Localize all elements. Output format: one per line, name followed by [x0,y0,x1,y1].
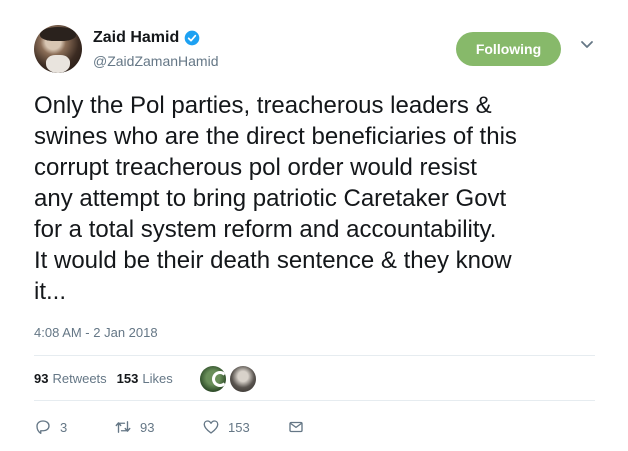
tweet-stats: 93 Retweets 153 Likes [34,371,173,386]
liker-avatar[interactable] [200,366,226,392]
author-name-row: Zaid Hamid [93,29,200,47]
like-count: 153 [228,419,250,435]
retweet-count: 93 [140,419,155,435]
likes-stat-count: 153 [116,371,139,386]
tweet-actions: 3 93 153 [34,418,305,436]
tweet-line: it... [34,278,67,305]
retweets-stat[interactable]: 93 Retweets [34,371,107,386]
retweet-icon [115,421,131,433]
likes-stat[interactable]: 153 Likes [117,371,173,386]
tweet-line: Only the Pol parties, treacherous leader… [34,92,492,119]
reply-icon [36,420,50,435]
tweet-line: corrupt treacherous pol order would resi… [34,154,477,181]
reply-count: 3 [60,419,68,435]
tweet-timestamp[interactable]: 4:08 AM - 2 Jan 2018 [34,325,158,340]
tweet-line: for a total system reform and accountabi… [34,216,497,243]
author-display-name[interactable]: Zaid Hamid [93,29,179,47]
envelope-icon [289,421,303,433]
direct-message-button[interactable] [287,418,305,436]
liker-avatars [200,366,256,392]
chevron-down-icon[interactable] [580,40,594,50]
following-button[interactable]: Following [456,32,561,66]
author-handle[interactable]: @ZaidZamanHamid [93,53,218,69]
retweets-stat-label: Retweets [52,371,107,386]
avatar[interactable] [34,25,82,73]
divider [34,400,595,401]
avatar-beard [46,55,70,73]
reply-button[interactable]: 3 [34,418,114,436]
verified-badge-icon [184,30,200,46]
heart-icon [203,420,219,434]
tweet-line: any attempt to bring patriotic Caretaker… [34,185,507,212]
avatar-cap [40,27,76,41]
retweet-button[interactable]: 93 [114,418,202,436]
tweet-text: Only the Pol parties, treacherous leader… [34,90,614,307]
liker-avatar[interactable] [230,366,256,392]
tweet-line: swines who are the direct beneficiaries … [34,123,517,150]
likes-stat-label: Likes [142,371,173,386]
divider [34,355,595,356]
like-button[interactable]: 153 [202,418,287,436]
retweets-stat-count: 93 [34,371,49,386]
tweet-line: It would be their death sentence & they … [34,247,512,274]
